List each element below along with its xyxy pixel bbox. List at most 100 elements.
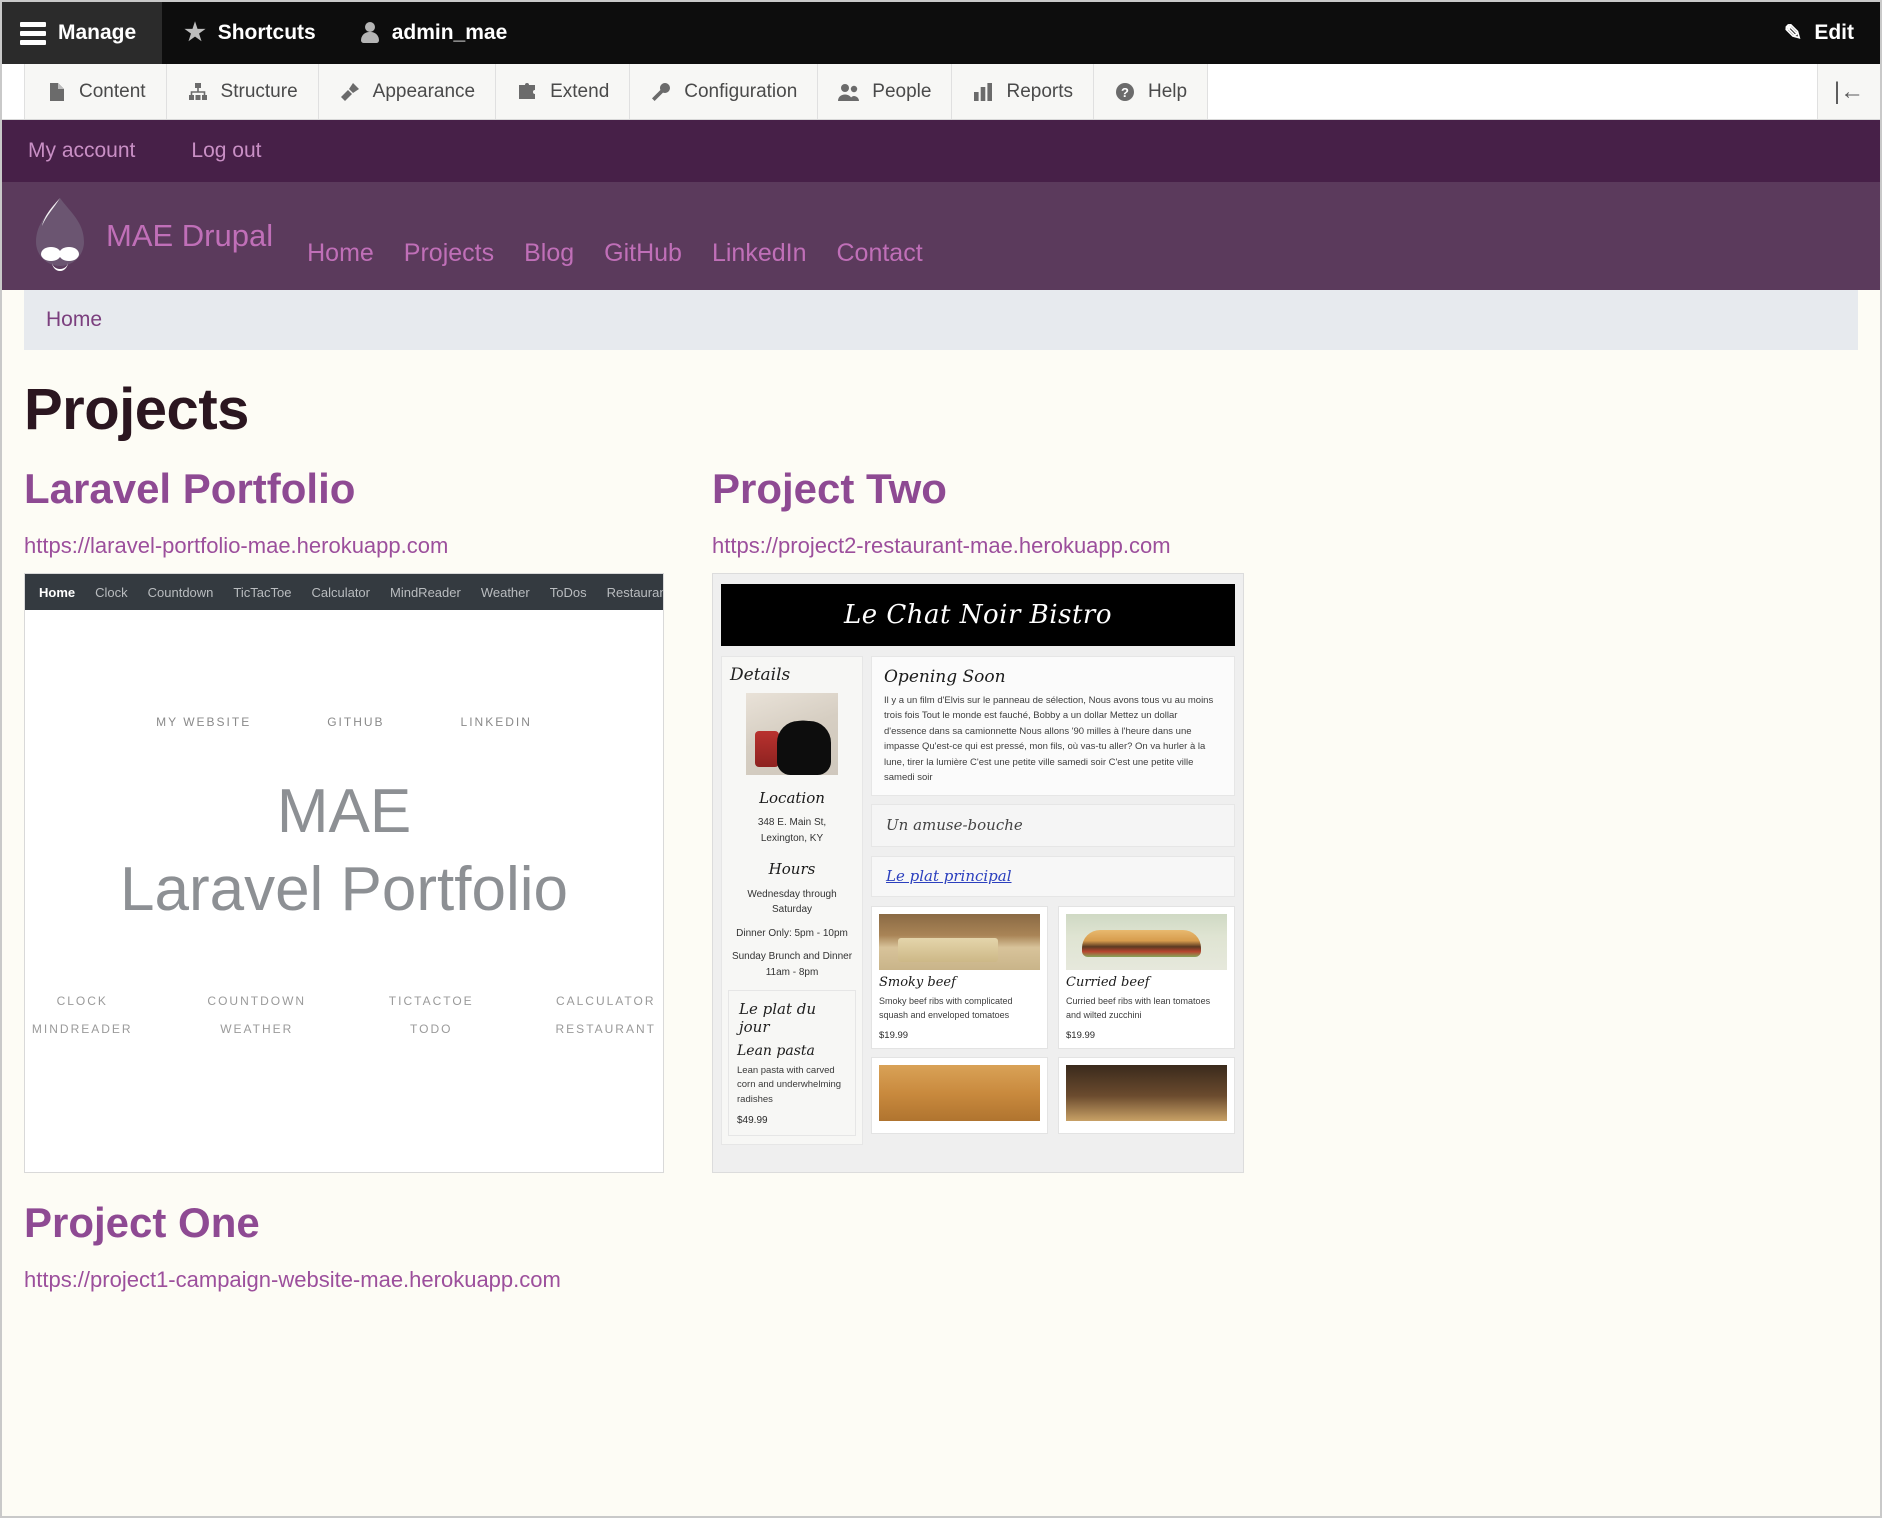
black-cat-photo: [746, 693, 838, 775]
laravel-toplink-mywebsite: MY WEBSITE: [156, 715, 252, 729]
admin-menu-item-structure[interactable]: Structure: [166, 64, 319, 119]
resto-dish-card-partial-right: [1058, 1057, 1235, 1135]
nav-link-home[interactable]: Home: [307, 239, 374, 268]
resto-plat-du-jour-desc: Lean pasta with carved corn and underwhe…: [737, 1065, 842, 1105]
resto-plat-du-jour-name: Lean pasta: [737, 1043, 815, 1059]
smoky-beef-photo: [879, 914, 1040, 971]
log-out-link[interactable]: Log out: [191, 139, 261, 163]
laravel-nav-todos: ToDos: [549, 584, 587, 600]
laravel-toplink-linkedin: LINKEDIN: [460, 715, 532, 729]
resto-plat-du-jour-label: Le plat du jour: [739, 1000, 817, 1036]
laravel-shot-applinks: CLOCK COUNTDOWN TICTACTOE CALCULATOR MIN…: [25, 994, 663, 1036]
laravel-nav-weather: Weather: [480, 584, 530, 600]
people-icon: [838, 81, 860, 103]
question-mark-icon: ?: [1114, 81, 1136, 103]
toolbar-user-label: admin_mae: [391, 21, 508, 44]
admin-menu-item-configuration[interactable]: Configuration: [630, 64, 819, 119]
laravel-applink-todo: TODO: [410, 1022, 453, 1036]
laravel-applink-restaurant: RESTAURANT: [555, 1022, 656, 1036]
admin-menu-item-appearance[interactable]: Appearance: [318, 64, 497, 119]
admin-menu-item-content[interactable]: Content: [24, 64, 167, 119]
laravel-nav-clock: Clock: [95, 584, 128, 600]
my-account-link[interactable]: My account: [28, 139, 135, 163]
laravel-toplink-github: GITHUB: [327, 715, 385, 729]
nav-link-linkedin[interactable]: LinkedIn: [712, 239, 807, 268]
user-account-bar: My account Log out: [2, 120, 1880, 182]
resto-dish-name-0: Smoky beef: [879, 975, 956, 991]
resto-hours-line1: Wednesday through: [747, 888, 837, 900]
resto-amuse-bouche-label: Un amuse-bouche: [886, 816, 1023, 835]
laravel-applink-mindreader: MINDREADER: [31, 1022, 133, 1036]
projects-grid: Laravel Portfolio https://laravel-portfo…: [24, 465, 1858, 1173]
admin-menu-item-help[interactable]: ? Help: [1094, 64, 1209, 119]
project-screenshot-laravel: Home Clock Countdown TicTacToe Calculato…: [24, 573, 664, 1173]
sitemap-icon: [187, 81, 209, 103]
admin-menu-label: Content: [79, 80, 146, 102]
admin-menu-item-reports[interactable]: Reports: [952, 64, 1094, 119]
laravel-nav-tictactoe: TicTacToe: [233, 584, 292, 600]
laravel-shot-nav: Home Clock Countdown TicTacToe Calculato…: [25, 574, 663, 610]
toolbar-manage-button[interactable]: Manage: [2, 2, 163, 64]
toolbar-edit-button[interactable]: ✎ Edit: [1762, 2, 1880, 64]
admin-toolbar: Manage ★ Shortcuts admin_mae ✎ Edit: [2, 2, 1880, 64]
resto-dish-price-1: $19.99: [1066, 1030, 1096, 1042]
star-icon: ★: [184, 19, 206, 46]
resto-brand-bar: Le Chat Noir Bistro: [721, 584, 1235, 646]
project-card-project-two: Project Two https://project2-restaurant-…: [712, 465, 1452, 1173]
resto-dish-name-1: Curried beef: [1066, 975, 1150, 991]
curried-beef-photo: [1066, 914, 1227, 971]
page-title: Projects: [24, 377, 249, 442]
resto-opening-title: Opening Soon: [884, 667, 1006, 687]
admin-menu-label: Help: [1148, 80, 1188, 102]
toolbar-collapse-button[interactable]: |←: [1818, 64, 1880, 119]
project-url-one[interactable]: https://project1-campaign-website-mae.he…: [24, 1267, 1858, 1293]
toolbar-user-button[interactable]: admin_mae: [338, 2, 530, 64]
project-title-one: Project One: [24, 1199, 260, 1246]
resto-dish-card-curried-beef: Curried beef Curried beef ribs with lean…: [1058, 906, 1235, 1050]
project-url-two[interactable]: https://project2-restaurant-mae.herokuap…: [712, 533, 1452, 559]
user-avatar-icon: [360, 22, 380, 44]
admin-menu-item-people[interactable]: People: [818, 64, 953, 119]
resto-hours-line4: Sunday Brunch and Dinner: [731, 951, 853, 962]
resto-plat-du-jour: Le plat du jour Lean pasta Lean pasta wi…: [728, 990, 856, 1136]
project-title-two: Project Two: [712, 465, 947, 512]
project-url-laravel[interactable]: https://laravel-portfolio-mae.herokuapp.…: [24, 533, 688, 559]
resto-hours-label: Hours: [768, 860, 816, 879]
puzzle-icon: [516, 81, 538, 103]
resto-columns: Details Location 348 E. Main St, Lexingt…: [721, 656, 1235, 1145]
browser-page: Manage ★ Shortcuts admin_mae ✎ Edit Cont…: [0, 0, 1882, 1518]
site-name: MAE Drupal: [106, 218, 274, 253]
nav-link-blog[interactable]: Blog: [524, 239, 574, 268]
resto-opening-body: Il y a un film d'Elvis sur le panneau de…: [884, 695, 1214, 783]
laravel-applink-countdown: COUNTDOWN: [207, 994, 307, 1008]
laravel-shot-toplinks: MY WEBSITE GITHUB LINKEDIN: [25, 715, 663, 729]
resto-dish-card-partial-left: [871, 1057, 1048, 1135]
resto-amuse-bouche-panel: Un amuse-bouche: [871, 804, 1235, 848]
nav-link-contact[interactable]: Contact: [837, 239, 923, 268]
laravel-applink-weather: WEATHER: [220, 1022, 294, 1036]
breadcrumb-item-home[interactable]: Home: [46, 308, 102, 332]
collapse-icon: |←: [1833, 77, 1865, 105]
laravel-nav-mindreader: MindReader: [390, 584, 461, 600]
nav-link-projects[interactable]: Projects: [404, 239, 494, 268]
breadcrumb: Home: [24, 290, 1858, 350]
admin-menu-item-extend[interactable]: Extend: [496, 64, 631, 119]
laravel-hero-line1: MAE: [276, 777, 412, 846]
admin-menu-label: Reports: [1006, 80, 1073, 102]
resto-dish-card-smoky-beef: Smoky beef Smoky beef ribs with complica…: [871, 906, 1048, 1050]
resto-hours-line5: 11am - 8pm: [765, 966, 819, 978]
resto-dish-desc-0: Smoky beef ribs with complicated squash …: [879, 996, 1013, 1021]
main-content: Projects Laravel Portfolio https://larav…: [2, 350, 1880, 1293]
admin-menu-label: Configuration: [684, 80, 798, 102]
laravel-nav-restaurant: Restaurant: [606, 584, 664, 600]
laravel-applink-clock: CLOCK: [56, 994, 108, 1008]
site-branding[interactable]: MAE Drupal: [28, 196, 273, 276]
resto-plat-principal-panel: Le plat principal: [871, 856, 1235, 898]
nav-link-github[interactable]: GitHub: [604, 239, 682, 268]
toolbar-shortcuts-button[interactable]: ★ Shortcuts: [162, 2, 338, 64]
paintbrush-icon: [339, 81, 361, 103]
laravel-applink-tictactoe: TICTACTOE: [388, 994, 474, 1008]
resto-opening-panel: Opening Soon Il y a un film d'Elvis sur …: [871, 656, 1235, 797]
resto-details-heading: Details: [730, 665, 791, 685]
toolbar-edit-label: Edit: [1814, 21, 1854, 44]
